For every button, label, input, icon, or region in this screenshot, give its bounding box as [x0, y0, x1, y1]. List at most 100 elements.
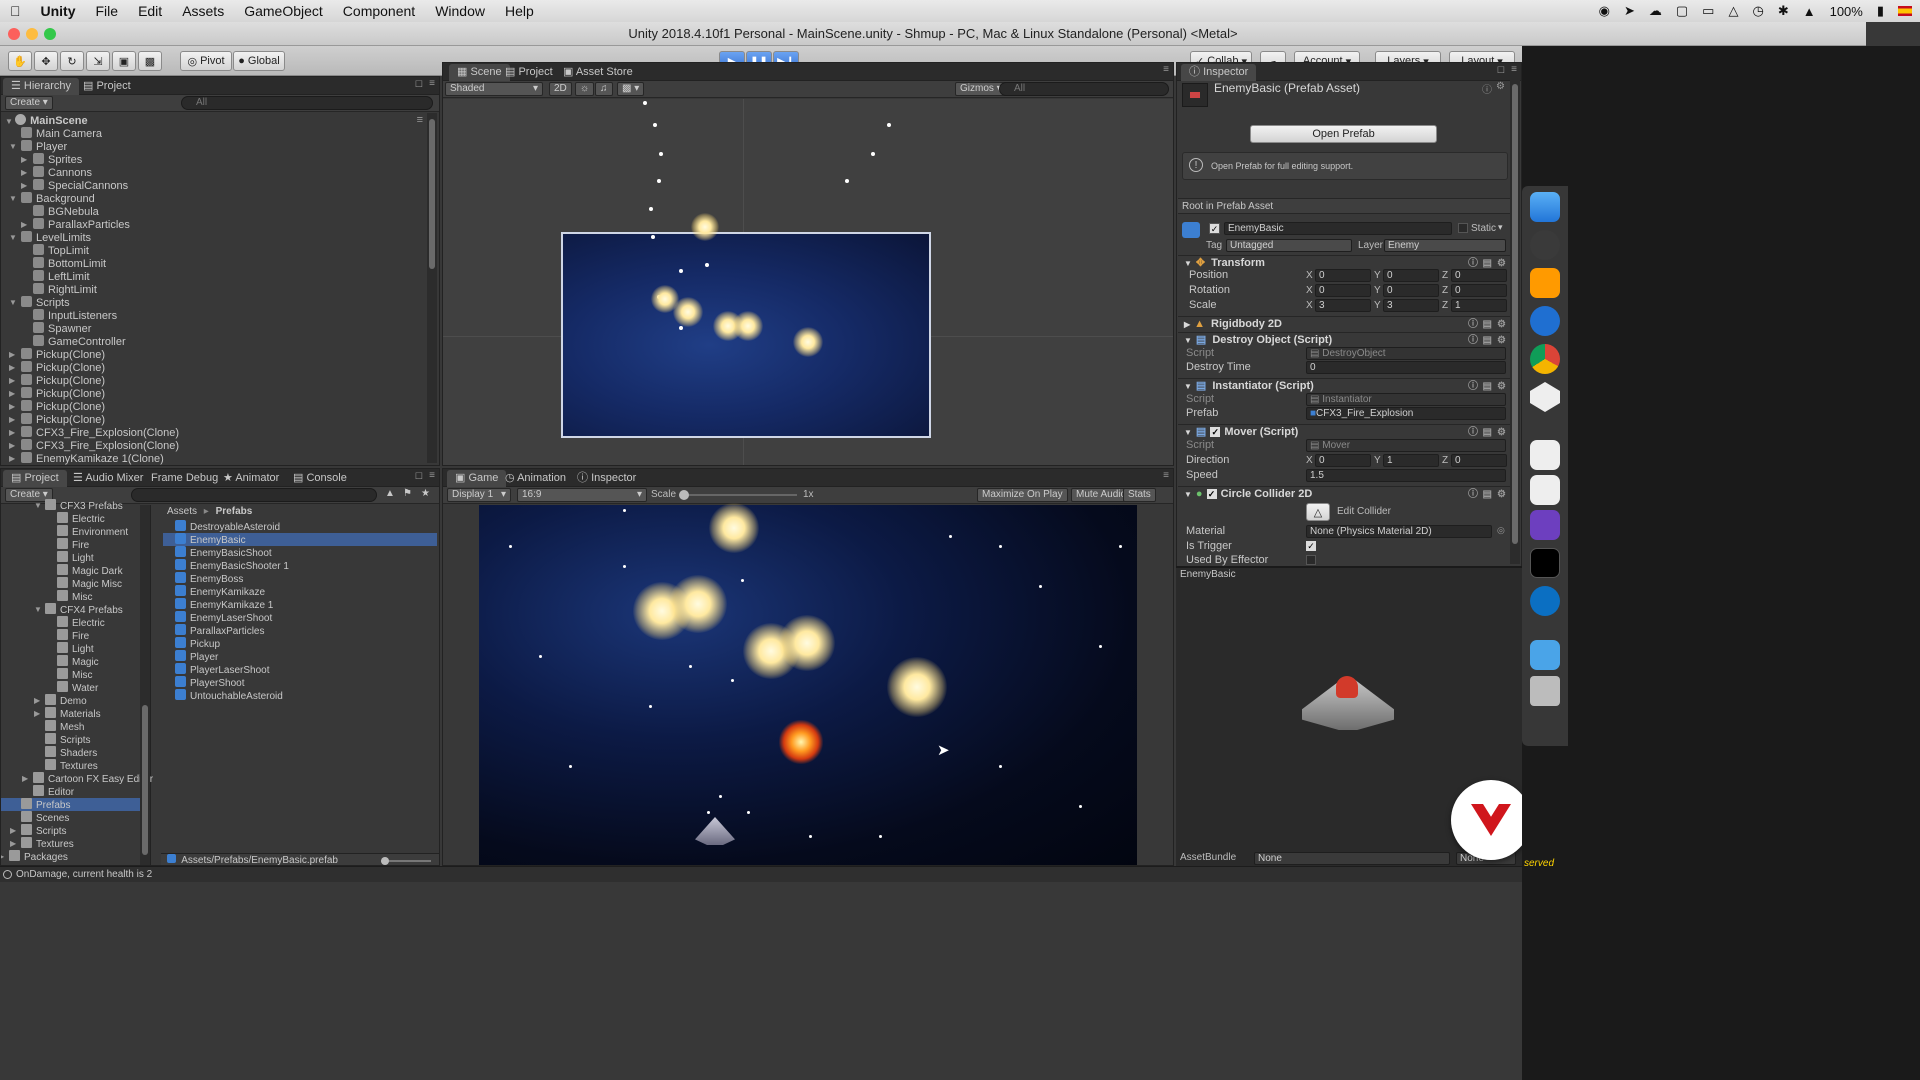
help-icon[interactable]: ⓘ — [1468, 333, 1478, 348]
battery-icon[interactable]: ▮ — [1877, 3, 1884, 19]
prefab-item[interactable]: EnemyBasic — [163, 533, 437, 546]
display-icon[interactable]: ▭ — [1702, 3, 1714, 19]
prefab-item[interactable]: Pickup — [163, 637, 437, 650]
launchpad-icon[interactable] — [1530, 230, 1560, 260]
folder-item[interactable]: ▶ Demo — [34, 694, 87, 707]
menu-window[interactable]: Window — [425, 3, 495, 19]
scale-tool-button[interactable]: ⇲ — [86, 51, 110, 71]
expand-arrow-icon[interactable]: ▼ — [34, 603, 42, 616]
position-x-input[interactable]: 0 — [1315, 269, 1371, 282]
destroy-object-header[interactable]: ▼ ▤ Destroy Object (Script) ⓘ ▤ ⚙ — [1178, 332, 1510, 348]
folder-item[interactable]: ▼ CFX3 Prefabs — [34, 499, 123, 512]
used-by-effector-checkbox[interactable] — [1306, 555, 1316, 565]
panel-menu-icon[interactable]: ≡ — [429, 470, 435, 481]
tab-frame-debug[interactable]: Frame Debug — [143, 470, 226, 487]
prefab-item[interactable]: EnemyKamikaze 1 — [163, 598, 437, 611]
hierarchy-search-input[interactable]: All — [181, 96, 433, 110]
prefab-item[interactable]: PlayerShoot — [163, 676, 437, 689]
rotation-y-input[interactable]: 0 — [1383, 284, 1439, 297]
terminal-icon[interactable] — [1530, 548, 1560, 578]
expand-arrow-icon[interactable]: ▶ — [22, 772, 28, 785]
hand-tool-button[interactable]: ✋ — [8, 51, 32, 71]
sublime-icon[interactable] — [1530, 268, 1560, 298]
open-prefab-button[interactable]: Open Prefab — [1250, 125, 1437, 143]
direction-z-input[interactable]: 0 — [1451, 454, 1507, 467]
expand-arrow-icon[interactable]: ▶ — [1184, 320, 1190, 329]
keyboard-icon[interactable] — [1530, 440, 1560, 470]
hierarchy-item[interactable]: ▶PlayerShoot(Clone) — [21, 464, 132, 465]
rotate-tool-button[interactable]: ↻ — [60, 51, 84, 71]
help-icon[interactable]: ⓘ — [1468, 487, 1478, 502]
downloads-folder-icon[interactable] — [1530, 640, 1560, 670]
expand-arrow-icon[interactable]: ▶ — [9, 464, 15, 465]
display-dropdown[interactable]: Display 1 ▾ — [447, 488, 511, 502]
filter-type-icon[interactable]: ▲ — [385, 488, 395, 499]
preset-icon[interactable]: ▤ — [1483, 379, 1492, 394]
chrome-icon[interactable] — [1530, 344, 1560, 374]
menu-gameobject[interactable]: GameObject — [234, 3, 333, 19]
audio-toggle[interactable]: ♫ — [595, 82, 613, 96]
expand-arrow-icon[interactable]: ▶ — [10, 824, 16, 837]
expand-arrow-icon[interactable]: ▶ — [10, 837, 16, 850]
prefab-item[interactable]: UntouchableAsteroid — [163, 689, 437, 702]
expand-arrow-icon[interactable]: ▶ — [34, 707, 40, 720]
lock-icon[interactable]: ☐ — [1497, 65, 1505, 76]
gear-icon[interactable]: ⚙ — [1496, 81, 1505, 92]
direction-x-input[interactable]: 0 — [1315, 454, 1371, 467]
help-icon[interactable]: ⓘ — [1468, 317, 1478, 332]
position-y-input[interactable]: 0 — [1383, 269, 1439, 282]
hierarchy-scrollbar[interactable] — [427, 113, 437, 463]
rotation-x-input[interactable]: 0 — [1315, 284, 1371, 297]
prefab-item[interactable]: DestroyableAsteroid — [163, 520, 437, 533]
bluetooth-icon[interactable]: ✱ — [1778, 3, 1789, 19]
preset-icon[interactable]: ▤ — [1483, 333, 1492, 348]
scale-x-input[interactable]: 3 — [1315, 299, 1371, 312]
prefab-item[interactable]: Player — [163, 650, 437, 663]
gear-icon[interactable]: ⚙ — [1497, 487, 1506, 502]
slider-handle[interactable] — [381, 857, 389, 865]
folder-item[interactable]: Light — [57, 551, 94, 564]
tab-hierarchy[interactable]: ☰ Hierarchy — [3, 78, 79, 95]
folder-item[interactable]: ▶ Packages — [1, 850, 68, 863]
finder-icon[interactable] — [1530, 192, 1560, 222]
tab-console[interactable]: ▤ Console — [285, 470, 355, 487]
apple-icon[interactable]:  — [0, 3, 31, 19]
maximize-on-play-toggle[interactable]: Maximize On Play — [977, 488, 1068, 502]
unity-hub-icon[interactable] — [1530, 475, 1560, 505]
folder-item[interactable]: Fire — [57, 538, 89, 551]
shading-dropdown[interactable]: Shaded ▾ — [445, 82, 543, 96]
send-icon[interactable]: ➤ — [1624, 3, 1635, 19]
folder-item[interactable]: ▶ Cartoon FX Easy Editor — [22, 772, 153, 785]
is-trigger-checkbox[interactable]: ✓ — [1306, 541, 1316, 551]
instantiator-header[interactable]: ▼ ▤ Instantiator (Script) ⓘ ▤ ⚙ — [1178, 378, 1510, 394]
prefab-item[interactable]: EnemyBasicShoot — [163, 546, 437, 559]
flag-icon[interactable] — [1898, 6, 1912, 16]
prefab-item[interactable]: EnemyBoss — [163, 572, 437, 585]
material-field[interactable]: None (Physics Material 2D) — [1306, 525, 1492, 538]
scene-menu-icon[interactable]: ≡ — [417, 114, 423, 126]
folder-item[interactable]: Magic Misc — [57, 577, 122, 590]
tab-animation[interactable]: ◷ Animation — [497, 470, 574, 487]
expand-arrow-icon[interactable]: ▼ — [1184, 336, 1192, 345]
tag-dropdown[interactable]: Untagged — [1226, 239, 1352, 252]
menu-app-name[interactable]: Unity — [31, 3, 86, 19]
panel-menu-icon[interactable]: ≡ — [1511, 64, 1517, 75]
folder-item[interactable]: ▶ Scripts — [10, 824, 67, 837]
window-icon[interactable]: ▢ — [1676, 3, 1688, 19]
time-machine-icon[interactable]: ◷ — [1752, 3, 1763, 19]
breadcrumb-prefabs[interactable]: Prefabs — [216, 506, 253, 517]
inspector-scrollbar[interactable] — [1510, 80, 1520, 564]
help-icon[interactable]: ⓘ — [1482, 81, 1492, 96]
prefab-item[interactable]: EnemyBasicShooter 1 — [163, 559, 437, 572]
object-picker-icon[interactable]: ◎ — [1497, 525, 1505, 536]
expand-arrow-icon[interactable]: ▼ — [34, 499, 42, 512]
folder-item[interactable]: ▶ Materials — [34, 707, 101, 720]
speed-input[interactable]: 1.5 — [1306, 469, 1506, 482]
edit-collider-button[interactable]: △ — [1306, 503, 1330, 521]
enabled-checkbox[interactable]: ✓ — [1206, 489, 1217, 499]
menu-assets[interactable]: Assets — [172, 3, 234, 19]
expand-arrow-icon[interactable]: ▼ — [1184, 428, 1192, 437]
enabled-checkbox[interactable]: ✓ — [1210, 427, 1221, 437]
breadcrumb-assets[interactable]: Assets — [167, 506, 197, 517]
favorite-icon[interactable]: ★ — [421, 488, 430, 499]
